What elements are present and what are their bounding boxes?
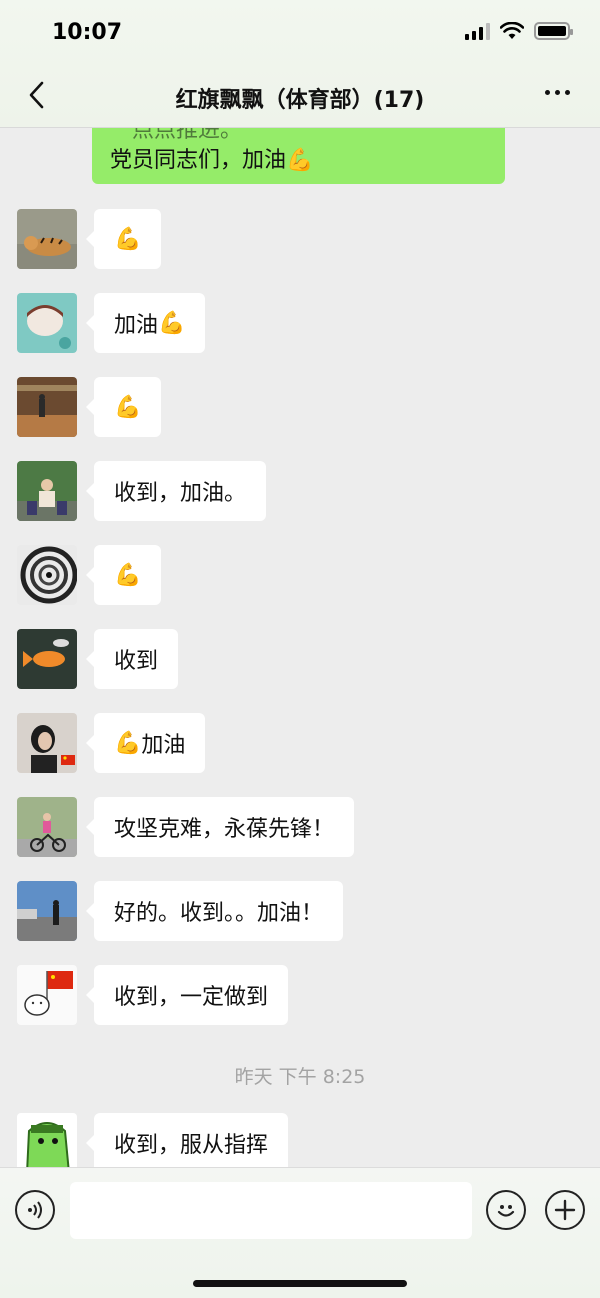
avatar[interactable]	[17, 965, 77, 1025]
plus-icon	[554, 1199, 576, 1221]
message-row: 加油 💪	[17, 293, 206, 353]
avatar[interactable]	[17, 629, 77, 689]
message-row: 💪 加油	[17, 713, 206, 773]
message-row: 💪	[17, 377, 162, 437]
chat-title: 红旗飘飘（体育部）(17)	[175, 88, 425, 113]
message-bubble[interactable]: 收到	[85, 629, 179, 689]
message-row: 攻坚克难，永葆先锋！	[17, 797, 355, 857]
my-message-text: 党员同志们，加油💪	[110, 148, 314, 173]
message-bubble[interactable]: 💪	[85, 545, 162, 605]
message-bubble[interactable]: 收到，加油。	[85, 461, 267, 521]
message-bubble[interactable]: 收到，一定做到	[85, 965, 289, 1025]
input-bar	[0, 1167, 600, 1298]
message-row: 收到，加油。	[17, 461, 267, 521]
message-row: 收到，服从指挥	[17, 1113, 289, 1173]
message-bubble[interactable]: 加油 💪	[85, 293, 206, 353]
top-bar: 10:07 红旗飘飘（体育部）(17)	[0, 0, 600, 128]
message-bubble[interactable]: 收到，服从指挥	[85, 1113, 289, 1173]
avatar[interactable]	[17, 209, 77, 269]
avatar[interactable]	[17, 293, 77, 353]
signal-icon	[465, 22, 490, 40]
timestamp: 昨天 下午 8:25	[234, 1066, 366, 1088]
home-indicator	[193, 1280, 407, 1287]
avatar[interactable]	[17, 545, 77, 605]
message-row: 💪	[17, 545, 162, 605]
avatar[interactable]	[17, 1113, 77, 1173]
message-input[interactable]	[70, 1182, 472, 1239]
voice-button[interactable]	[15, 1190, 55, 1230]
message-row: 好的。收到。。加油！	[17, 881, 344, 941]
message-row: 收到，一定做到	[17, 965, 289, 1025]
message-bubble[interactable]: 攻坚克难，永葆先锋！	[85, 797, 355, 857]
more-dots-icon	[545, 90, 550, 95]
status-icons	[465, 22, 573, 40]
wifi-icon	[500, 22, 524, 39]
emoji-icon	[497, 1205, 515, 1217]
avatar[interactable]	[17, 377, 77, 437]
status-time: 10:07	[52, 20, 123, 45]
plus-button[interactable]	[545, 1190, 585, 1230]
message-row: 💪	[17, 209, 162, 269]
message-bubble[interactable]: 好的。收到。。加油！	[85, 881, 344, 941]
avatar[interactable]	[17, 881, 77, 941]
more-button[interactable]	[545, 90, 570, 95]
voice-icon	[28, 1201, 42, 1219]
avatar[interactable]	[17, 713, 77, 773]
message-bubble[interactable]: 💪	[85, 377, 162, 437]
avatar[interactable]	[17, 461, 77, 521]
message-row: 收到	[17, 629, 179, 689]
avatar[interactable]	[17, 797, 77, 857]
message-bubble[interactable]: 💪 加油	[85, 713, 206, 773]
message-bubble[interactable]: 💪	[85, 209, 162, 269]
emoji-button[interactable]	[486, 1190, 526, 1230]
battery-icon	[534, 22, 573, 40]
